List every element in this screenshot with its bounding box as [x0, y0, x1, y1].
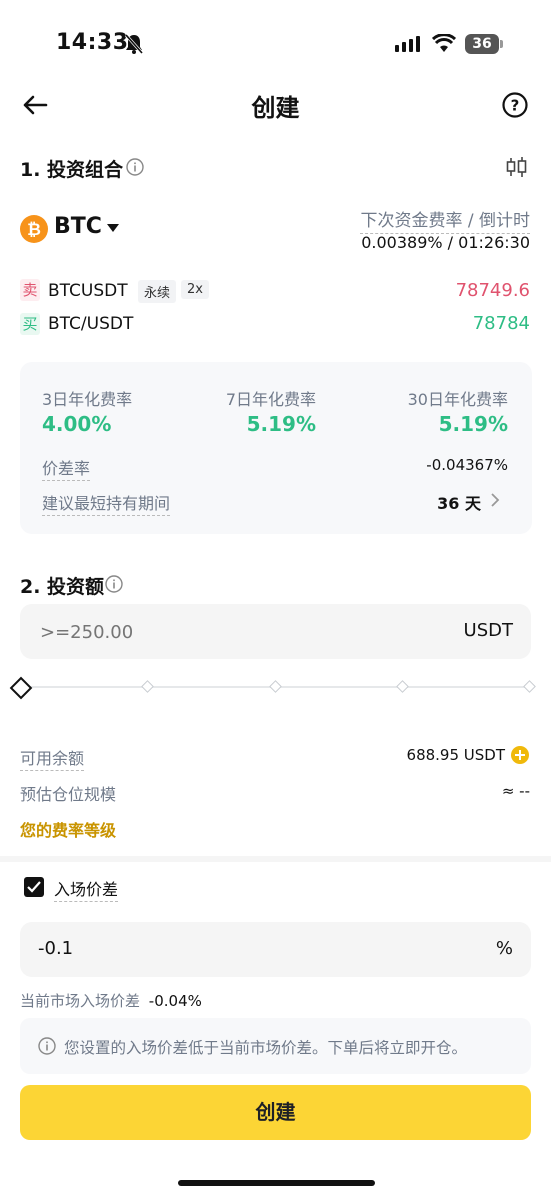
rate-7d-label: 7日年化费率 — [225, 390, 316, 409]
status-time: 14:33 — [56, 30, 129, 55]
slider-tick-100[interactable] — [523, 680, 536, 693]
battery-tip — [500, 40, 503, 48]
signal-icon — [395, 36, 420, 52]
perp-pair-name: BTCUSDT — [48, 281, 128, 301]
entry-spread-input[interactable]: -0.1 — [38, 938, 73, 959]
market-spread-label: 当前市场入场价差 — [20, 992, 141, 1010]
position-label: 预估仓位规模 — [20, 785, 117, 804]
btc-logo-icon: ₿ — [20, 215, 48, 243]
create-button[interactable]: 创建 — [20, 1085, 531, 1140]
section-amount-title: 2. 投资额 — [20, 576, 105, 598]
add-funds-icon[interactable] — [510, 745, 530, 765]
info-icon — [38, 1037, 56, 1055]
slider-tick-75[interactable] — [396, 680, 409, 693]
buy-badge: 买 — [20, 313, 40, 335]
info-icon[interactable] — [126, 158, 144, 176]
hold-period-value: 36 天 — [437, 494, 481, 513]
spot-pair-name: BTC/USDT — [48, 314, 134, 334]
perpetual-tag: 永续 — [138, 280, 177, 303]
sell-badge: 卖 — [20, 279, 40, 301]
fee-tier-link[interactable]: 您的费率等级 — [20, 817, 116, 841]
battery-icon: 36 — [465, 34, 499, 54]
rate-3d-value: 4.00% — [42, 412, 112, 436]
perp-price: 78749.6 — [455, 280, 530, 301]
entry-spread-label[interactable]: 入场价差 — [54, 880, 119, 902]
page-title: 创建 — [251, 94, 300, 122]
section-divider — [0, 856, 551, 862]
amount-unit: USDT — [463, 620, 513, 641]
leverage-tag: 2x — [181, 280, 209, 299]
hold-period-label[interactable]: 建议最短持有期间 — [42, 494, 171, 516]
rate-7d-value: 5.19% — [246, 412, 316, 436]
rate-3d-label: 3日年化费率 — [42, 390, 133, 409]
notice-text: 您设置的入场价差低于当前市场价差。下单后将立即开仓。 — [64, 1039, 468, 1057]
spread-value: -0.04367% — [426, 456, 508, 474]
svg-text:₿: ₿ — [27, 220, 41, 240]
available-value: 688.95 USDT — [406, 746, 505, 764]
asset-selector[interactable]: BTC — [54, 214, 102, 239]
caret-down-icon[interactable] — [107, 224, 119, 233]
entry-spread-checkbox[interactable] — [24, 877, 44, 897]
bell-muted-icon — [124, 34, 144, 54]
entry-spread-unit: % — [495, 938, 513, 959]
chevron-right-icon[interactable] — [490, 492, 500, 508]
help-icon[interactable]: ? — [502, 92, 528, 118]
slider-thumb[interactable] — [9, 676, 33, 700]
spread-label[interactable]: 价差率 — [42, 459, 91, 481]
amount-input[interactable] — [38, 617, 422, 647]
position-value: ≈ -- — [501, 782, 530, 800]
market-spread-value: -0.04% — [148, 992, 202, 1010]
slider-tick-50[interactable] — [269, 680, 282, 693]
check-icon — [27, 881, 41, 893]
info-icon[interactable] — [105, 575, 123, 593]
candlestick-chart-icon[interactable] — [505, 155, 529, 179]
section-portfolio-title: 1. 投资组合 — [20, 159, 124, 181]
home-indicator — [178, 1180, 375, 1186]
rate-30d-label: 30日年化费率 — [407, 390, 508, 409]
wifi-icon — [432, 34, 456, 52]
entry-spread-field[interactable] — [20, 922, 531, 977]
slider-tick-25[interactable] — [141, 680, 154, 693]
funding-rate-value: 0.00389% / 01:26:30 — [361, 233, 530, 252]
svg-text:?: ? — [511, 97, 520, 115]
rate-30d-value: 5.19% — [438, 412, 508, 436]
funding-rate-label[interactable]: 下次资金费率 / 倒计时 — [360, 211, 530, 234]
spot-price: 78784 — [472, 313, 530, 334]
available-label[interactable]: 可用余额 — [20, 749, 85, 771]
